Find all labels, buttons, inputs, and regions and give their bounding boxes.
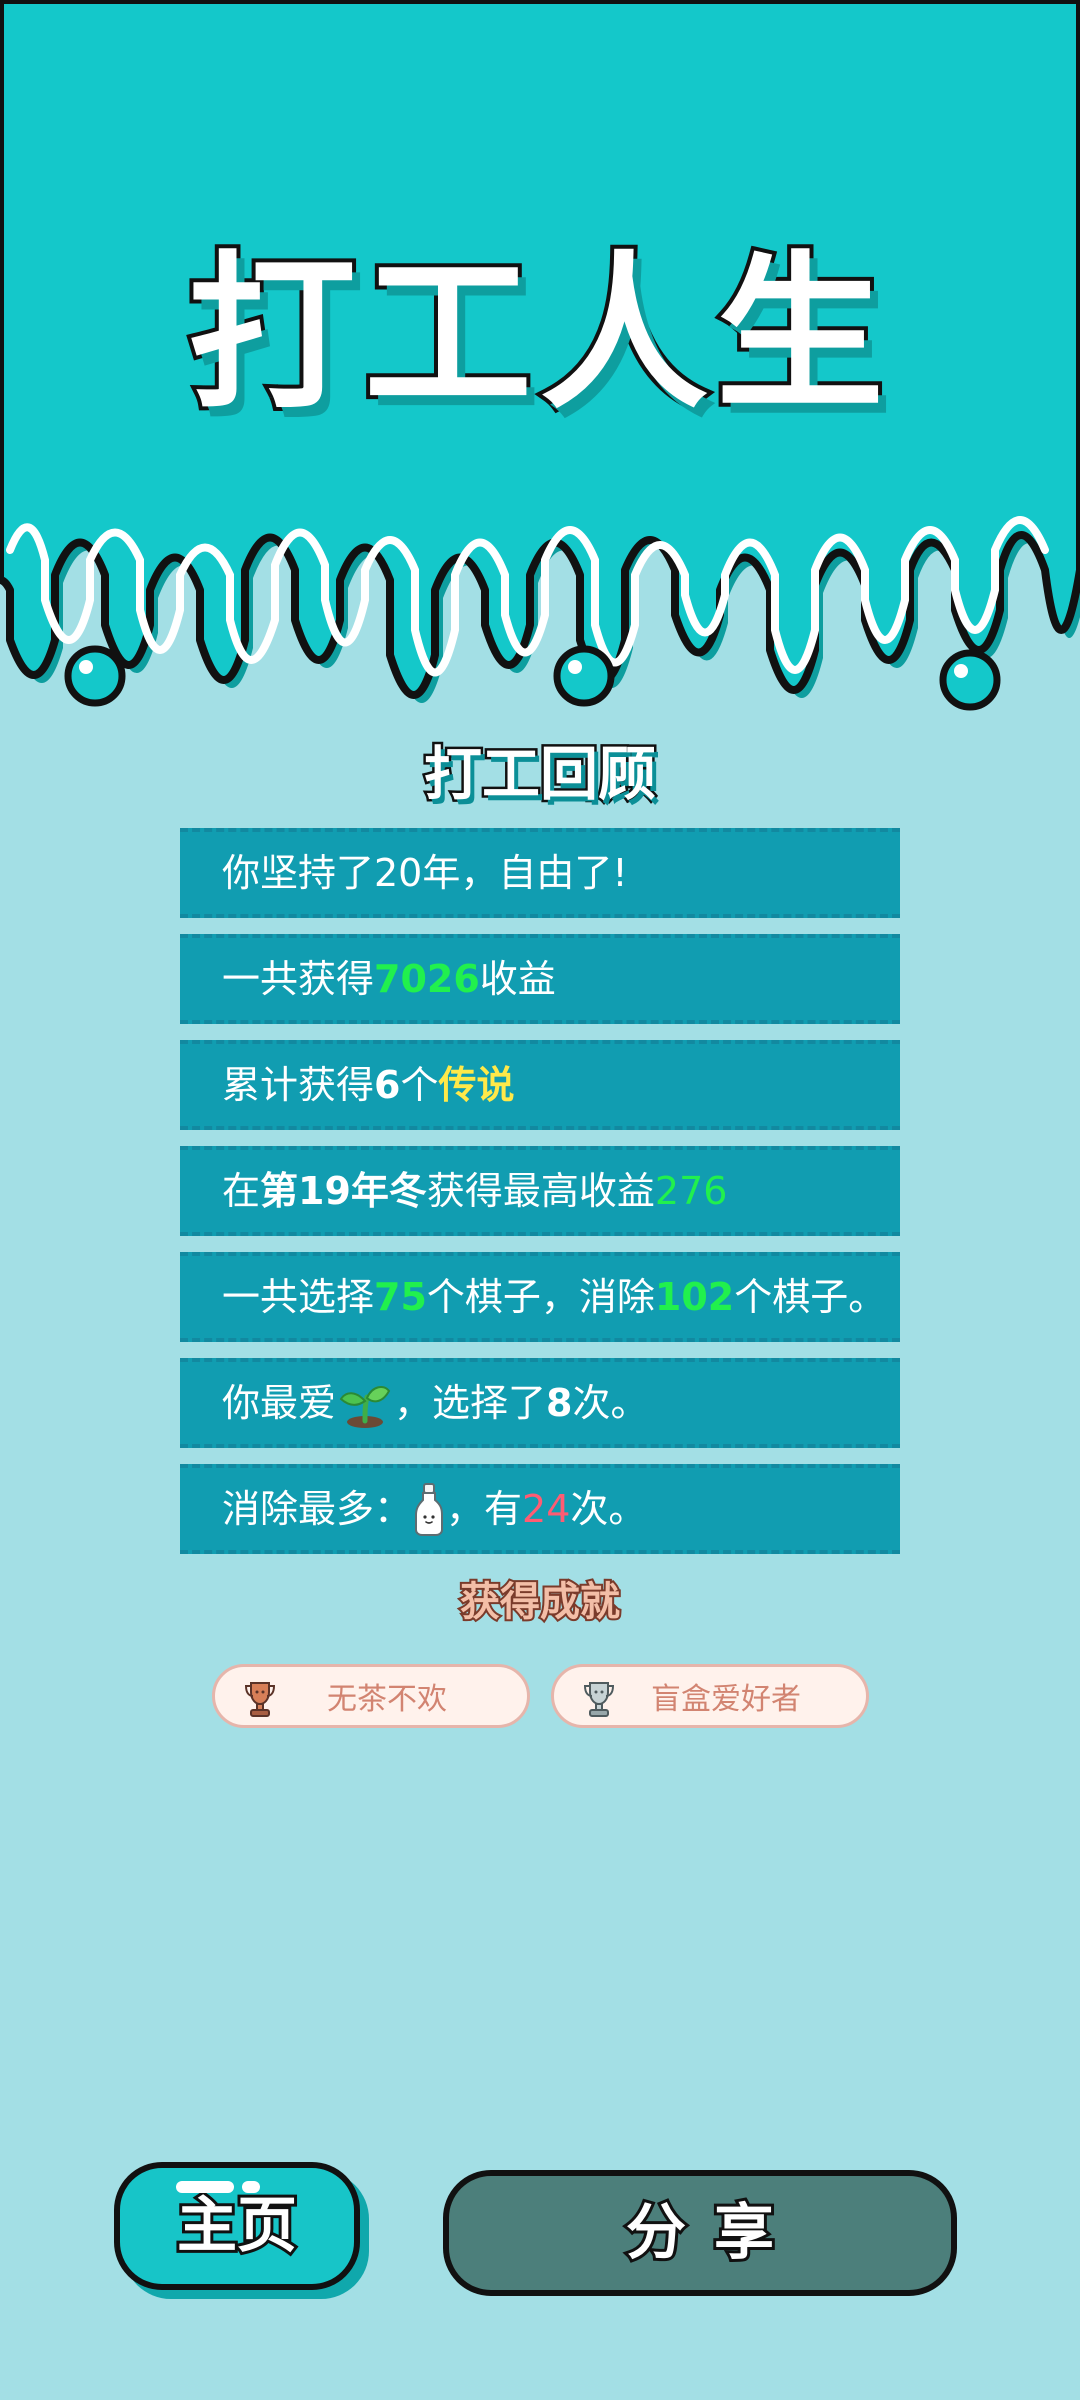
pieces-prefix: 一共选择 — [222, 1275, 375, 1319]
most-removed-middle: ，有 — [446, 1487, 523, 1531]
pieces-suffix: 个棋子。 — [734, 1275, 887, 1319]
review-card-best-income: 在 第19年冬 获得最高收益 276 — [180, 1146, 900, 1236]
achievement-badge-tea[interactable]: 无茶不欢 — [212, 1664, 530, 1728]
legend-rarity: 传说 — [438, 1063, 515, 1107]
review-title: 打工回顾 — [421, 740, 658, 808]
review-card-pieces: 一共选择 75 个棋子，消除 102 个棋子。 — [180, 1252, 900, 1342]
review-card-income: 一共获得 7026 收益 — [180, 934, 900, 1024]
best-income-value: 276 — [654, 1169, 728, 1213]
favorite-prefix: 你最爱 — [222, 1381, 337, 1425]
legend-unit: 个 — [400, 1063, 439, 1107]
best-income-middle: 获得最高收益 — [426, 1169, 655, 1213]
selected-pieces-count: 75 — [374, 1275, 427, 1319]
review-card-years: 你坚持了20年，自由了! — [180, 828, 900, 918]
review-years-text: 你坚持了20年，自由了! — [222, 851, 628, 895]
silver-trophy-icon — [583, 1682, 615, 1717]
home-button-label: 主页 — [174, 2191, 300, 2261]
achievement-badge-blind-box[interactable]: 盲盒爱好者 — [551, 1664, 869, 1728]
best-income-prefix: 在 — [222, 1169, 261, 1213]
legend-count: 6 — [374, 1063, 401, 1107]
milk-bottle-icon — [415, 1483, 444, 1536]
review-card-legends: 累计获得 6 个传说 — [180, 1040, 900, 1130]
favorite-suffix: 次。 — [572, 1381, 649, 1425]
total-income-value: 7026 — [374, 957, 480, 1001]
income-prefix: 一共获得 — [222, 957, 375, 1001]
pieces-middle: 个棋子，消除 — [426, 1275, 655, 1319]
review-card-favorite: 你最爱 ，选择了 8 次。 — [180, 1358, 900, 1448]
achievements-title: 获得成就 — [458, 1579, 622, 1625]
review-card-most-removed: 消除最多： ，有 24 次。 — [180, 1464, 900, 1554]
most-removed-count: 24 — [522, 1487, 571, 1531]
game-result-screen: 打工人生 打工回顾 你坚持了20年，自由了! 一共获得 7026 收益 累计获得 6 个… — [0, 0, 1080, 2400]
sprout-icon — [339, 1385, 391, 1428]
share-button-label: 分享 — [623, 2198, 802, 2268]
best-income-period: 第19年冬 — [260, 1169, 427, 1213]
favorite-middle: ，选择了 — [394, 1381, 547, 1425]
most-removed-prefix: 消除最多： — [222, 1487, 413, 1531]
button-highlight — [176, 2181, 234, 2193]
legend-prefix: 累计获得 — [222, 1063, 375, 1107]
most-removed-suffix: 次。 — [570, 1487, 647, 1531]
income-suffix: 收益 — [479, 957, 556, 1001]
home-button[interactable]: 主页 — [114, 2162, 360, 2290]
removed-pieces-count: 102 — [654, 1275, 735, 1319]
share-button[interactable]: 分享 — [443, 2170, 957, 2296]
favorite-count: 8 — [546, 1381, 573, 1425]
button-highlight — [242, 2181, 260, 2193]
bronze-trophy-icon — [244, 1682, 276, 1717]
game-title: 打工人生 — [184, 236, 892, 432]
